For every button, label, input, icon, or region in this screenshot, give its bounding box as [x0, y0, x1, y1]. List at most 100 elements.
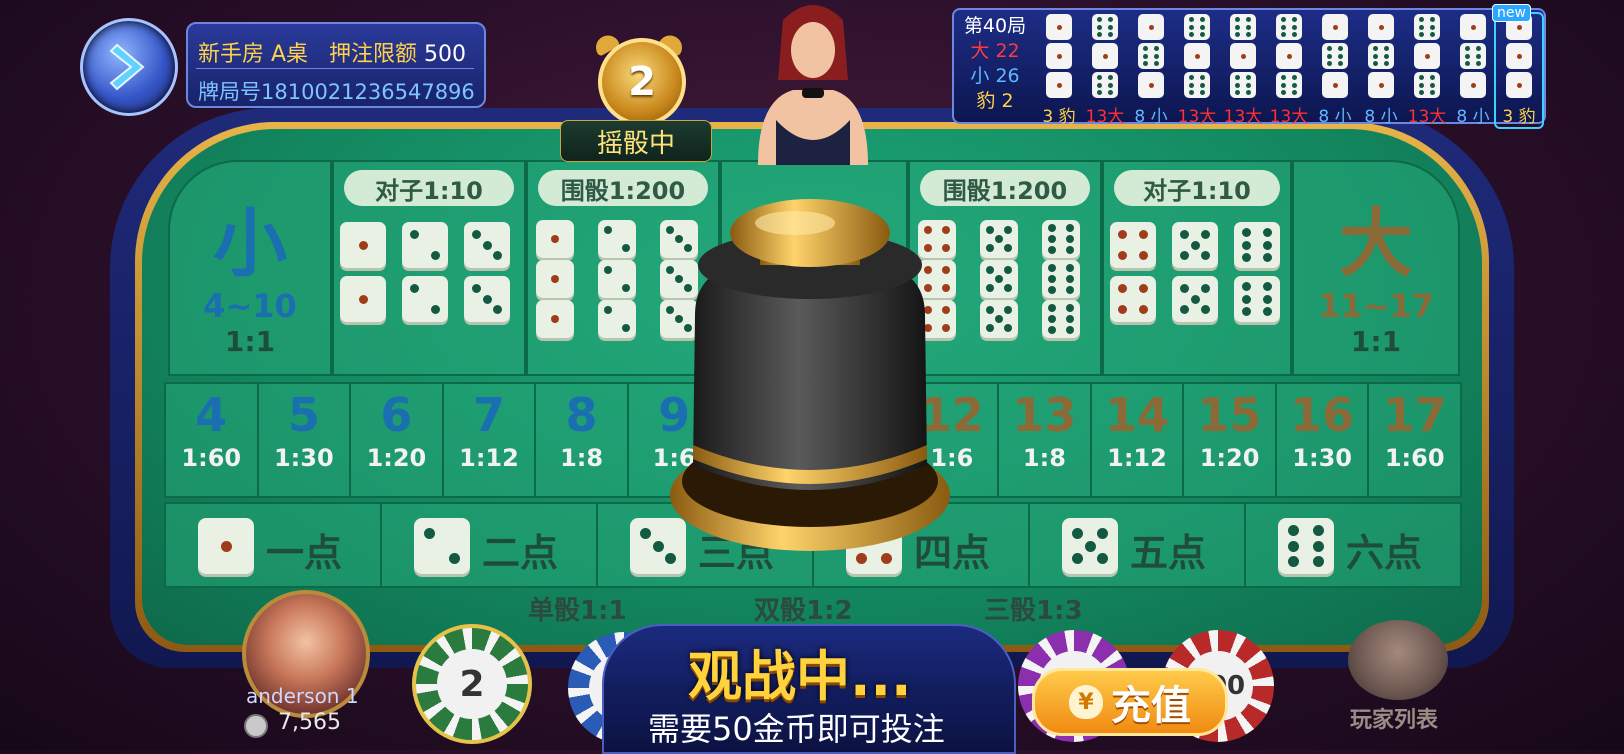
- die-pip: [1470, 82, 1476, 88]
- sum-bet-16[interactable]: 16 1:30: [1274, 382, 1370, 498]
- recharge-button[interactable]: ¥ 充值: [1032, 668, 1228, 736]
- die-pip: [1476, 46, 1482, 52]
- sum-odds: 1:60: [1384, 444, 1445, 472]
- chip-2[interactable]: 2: [412, 624, 532, 744]
- odds-double: 双骰1:2: [754, 596, 853, 626]
- die-pip: [1200, 82, 1206, 88]
- single-bet-2[interactable]: 二点: [380, 502, 598, 588]
- die-pip: [1280, 89, 1286, 95]
- bet-pair-left-zone[interactable]: 对子1:10: [332, 160, 526, 376]
- die-pip: [1108, 82, 1114, 88]
- history-result-label: 13大: [1177, 107, 1217, 127]
- history-result-label: 8 小: [1318, 107, 1352, 127]
- die-pip: [621, 243, 630, 252]
- die-pip: [449, 553, 461, 565]
- die-pip: [1200, 75, 1206, 81]
- die-pip: [1188, 24, 1194, 30]
- players-list-label[interactable]: 玩家列表: [1350, 702, 1438, 734]
- die-pip: [1096, 75, 1102, 81]
- history-die: [1230, 72, 1256, 98]
- pair-left-header: 对子1:10: [344, 170, 514, 206]
- die-pip: [1372, 53, 1378, 59]
- die-pip: [1280, 31, 1286, 37]
- die-pip: [551, 315, 559, 323]
- die-pip: [1096, 24, 1102, 30]
- die-pip: [1241, 227, 1251, 237]
- history-panel: 第40局 大 22 小 26 豹 2 3 豹 13大 8 小 13大 13大 13大 8 小…: [952, 4, 1546, 129]
- triple-die: [1042, 300, 1080, 338]
- die-pip: [551, 275, 559, 283]
- players-list-icon[interactable]: [1348, 620, 1448, 700]
- history-die: [1414, 14, 1440, 40]
- die-pip: [1096, 82, 1102, 88]
- die-pip: [482, 294, 492, 304]
- die-pip: [1464, 53, 1470, 59]
- die-pip: [1065, 325, 1074, 334]
- sum-number: 14: [1104, 388, 1169, 442]
- die-pip: [1201, 251, 1211, 261]
- die-pip: [1430, 82, 1436, 88]
- single-bet-1[interactable]: 一点: [164, 502, 382, 588]
- small-stat-label: 小: [970, 65, 990, 87]
- die-pip: [604, 266, 613, 275]
- die-pip: [1108, 24, 1114, 30]
- game-id-value: 1810021236547896: [261, 80, 475, 104]
- history-round: 3 豹: [1494, 12, 1544, 129]
- triple-die: [980, 300, 1018, 338]
- sum-bet-17[interactable]: 17 1:60: [1367, 382, 1462, 498]
- sum-bet-8[interactable]: 8 1:8: [534, 382, 629, 498]
- player-coins: 7,565: [278, 710, 341, 735]
- coin-icon: [244, 714, 268, 738]
- sum-bet-4[interactable]: 4 1:60: [164, 382, 259, 498]
- die-pip: [1384, 53, 1390, 59]
- bet-big-zone[interactable]: 大 11~17 1:1: [1292, 160, 1460, 376]
- die-pip: [1280, 82, 1286, 88]
- die-pip: [1332, 24, 1338, 30]
- die-pip: [1241, 294, 1251, 304]
- history-die: [1322, 72, 1348, 98]
- die-pip: [493, 305, 503, 315]
- die-pip: [1234, 31, 1240, 37]
- big-range: 11~17: [1318, 287, 1434, 325]
- die-pip: [1154, 53, 1160, 59]
- die-pip: [1003, 306, 1012, 315]
- die-pip: [1056, 24, 1062, 30]
- single-die: [198, 518, 254, 574]
- die-pip: [482, 240, 492, 250]
- sum-number: 6: [380, 388, 413, 442]
- die-pip: [1326, 46, 1332, 52]
- history-result-label: 8 小: [1364, 107, 1398, 127]
- sum-bet-13[interactable]: 13 1:8: [997, 382, 1092, 498]
- room-name: 新手房 A桌: [198, 42, 309, 67]
- money-bag-icon: ¥: [1069, 685, 1103, 719]
- history-die: [1322, 14, 1348, 40]
- single-bet-5[interactable]: 五点: [1028, 502, 1246, 588]
- sum-bet-5[interactable]: 5 1:30: [256, 382, 352, 498]
- sum-bet-7[interactable]: 7 1:12: [441, 382, 537, 498]
- die-pip: [1246, 24, 1252, 30]
- die-pip: [1418, 17, 1424, 23]
- die-pip: [1048, 245, 1057, 254]
- die-pip: [431, 251, 441, 261]
- die-pip: [1292, 82, 1298, 88]
- pair-die: [402, 276, 448, 322]
- die-pip: [1188, 31, 1194, 37]
- sum-bet-14[interactable]: 14 1:12: [1089, 382, 1185, 498]
- die-pip: [1065, 315, 1074, 323]
- back-button[interactable]: [80, 18, 178, 116]
- bet-pair-right-zone[interactable]: 对子1:10: [1102, 160, 1292, 376]
- sum-bet-6[interactable]: 6 1:20: [349, 382, 444, 498]
- triple-die: [1042, 260, 1080, 298]
- single-bet-6[interactable]: 六点: [1244, 502, 1462, 588]
- bet-small-zone[interactable]: 小 4~10 1:1: [168, 160, 332, 376]
- die-pip: [1430, 17, 1436, 23]
- sum-bet-15[interactable]: 15 1:20: [1182, 382, 1277, 498]
- die-pip: [1194, 53, 1200, 59]
- die-pip: [1096, 89, 1102, 95]
- triple-die: [536, 260, 574, 298]
- pair-die: [1172, 276, 1218, 322]
- die-pip: [1065, 245, 1074, 254]
- history-die: [1414, 72, 1440, 98]
- die-pip: [1292, 31, 1298, 37]
- spectate-subtitle: 需要50金币即可投注: [648, 710, 945, 748]
